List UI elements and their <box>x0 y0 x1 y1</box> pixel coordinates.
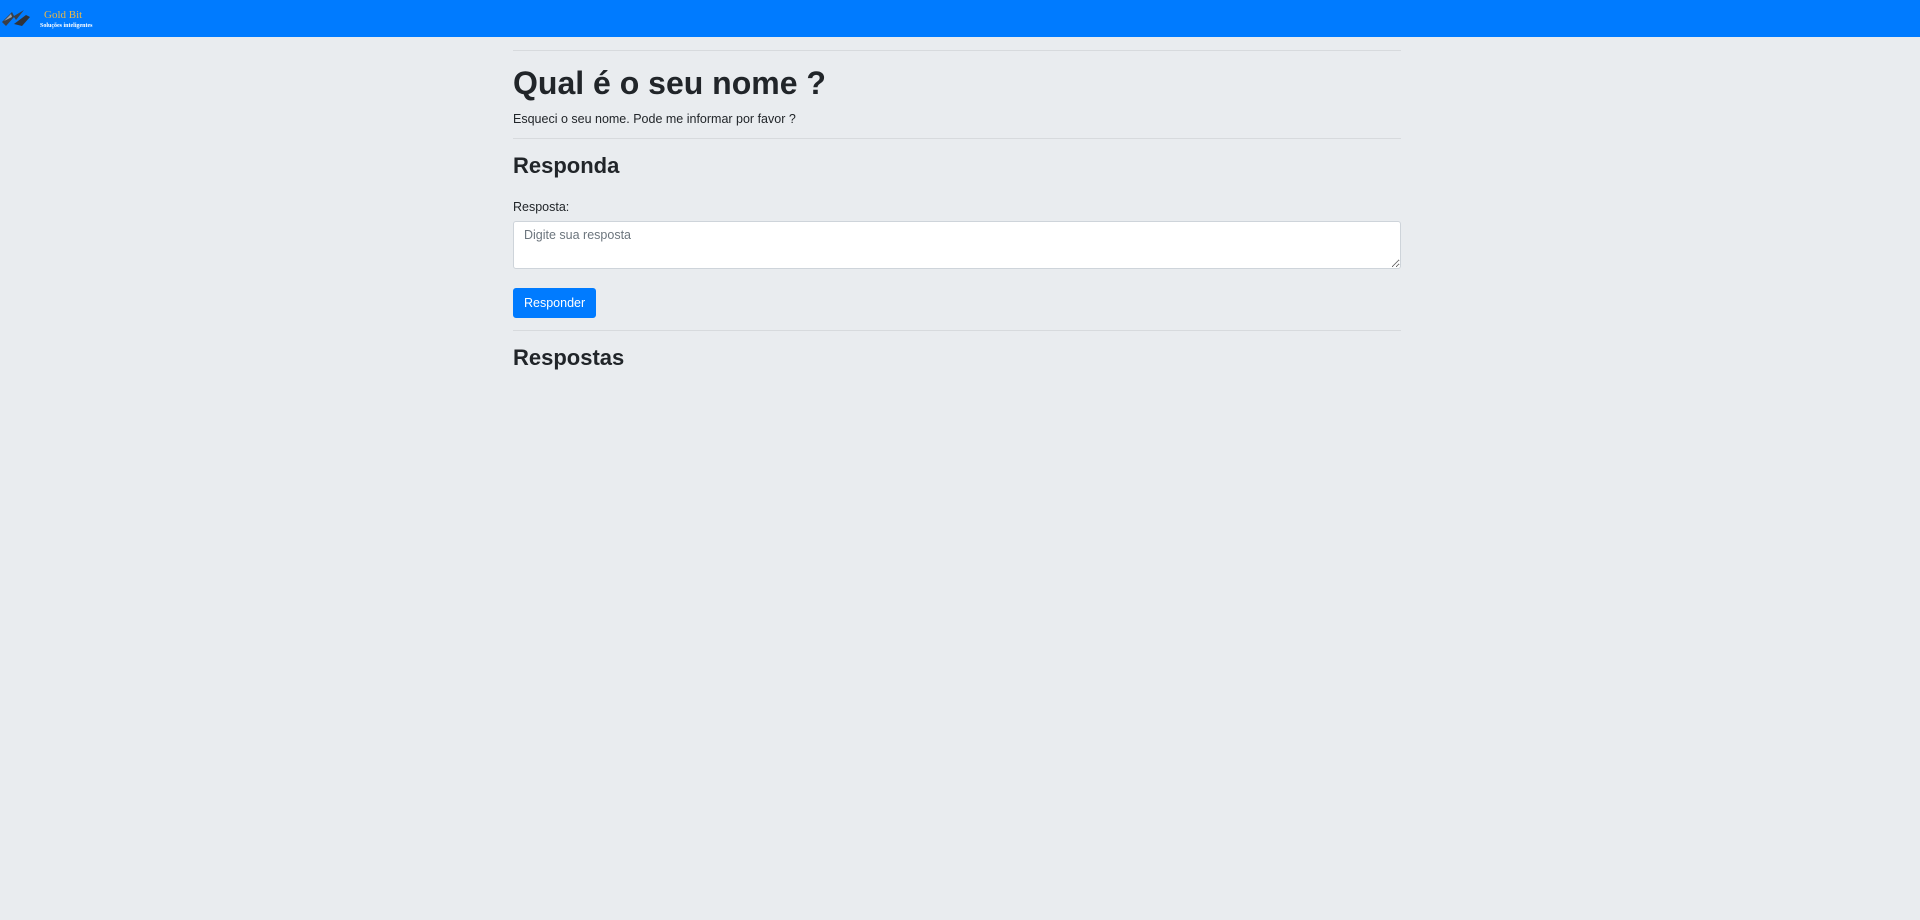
answers-section-title: Respostas <box>513 344 625 370</box>
question-title: Qual é o seu nome ? <box>513 65 826 101</box>
answer-section-title: Responda <box>513 153 620 179</box>
answer-label: Resposta: <box>513 199 570 214</box>
answer-form: Resposta: Responder <box>513 200 1401 318</box>
answers-divider <box>513 329 1401 331</box>
brand-name: Gold Bit <box>44 8 83 21</box>
main-content: Qual é o seu nome ? Esqueci o seu nome. … <box>513 50 1401 371</box>
brand-logo[interactable]: Gold Bit Soluções inteligentes <box>0 6 93 32</box>
top-navbar: Gold Bit Soluções inteligentes <box>0 0 1920 37</box>
lightning-bolt-icon <box>0 8 34 30</box>
submit-answer-button[interactable]: Responder <box>513 287 597 318</box>
question-divider <box>513 138 1401 140</box>
brand-text: Gold Bit Soluções inteligentes <box>40 8 93 29</box>
answer-textarea[interactable] <box>513 220 1401 269</box>
brand-tagline: Soluções inteligentes <box>40 22 93 29</box>
question-description: Esqueci o seu nome. Pode me informar por… <box>513 112 796 127</box>
top-divider <box>513 50 1401 51</box>
